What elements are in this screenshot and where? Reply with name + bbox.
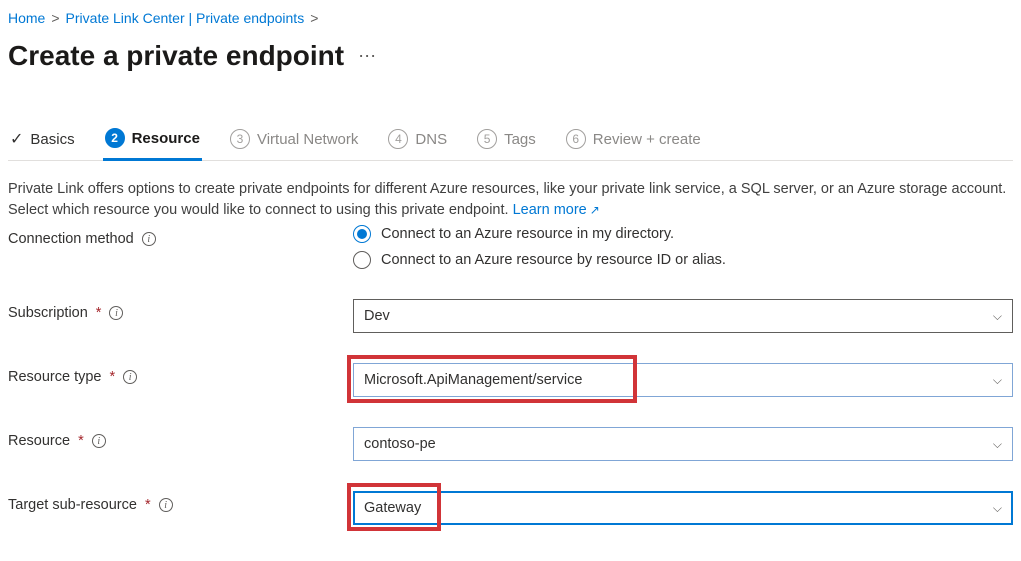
tab-label: Basics xyxy=(30,131,74,148)
radio-icon xyxy=(353,251,371,269)
target-sub-resource-label: Target sub-resource * i xyxy=(8,491,353,513)
intro-body: Private Link offers options to create pr… xyxy=(8,181,1006,218)
resource-type-select[interactable]: Microsoft.ApiManagement/service ⌵ xyxy=(353,363,1013,397)
subscription-label: Subscription * i xyxy=(8,299,353,321)
step-number-icon: 2 xyxy=(105,128,125,148)
info-icon[interactable]: i xyxy=(142,232,156,246)
subscription-select[interactable]: Dev ⌵ xyxy=(353,299,1013,333)
external-link-icon: ↗ xyxy=(590,203,600,217)
radio-connect-in-directory[interactable]: Connect to an Azure resource in my direc… xyxy=(353,225,1013,243)
chevron-down-icon: ⌵ xyxy=(993,437,1002,452)
chevron-down-icon: ⌵ xyxy=(993,309,1002,324)
radio-icon xyxy=(353,225,371,243)
info-icon[interactable]: i xyxy=(92,434,106,448)
required-icon: * xyxy=(78,433,84,449)
radio-label: Connect to an Azure resource by resource… xyxy=(381,252,726,268)
intro-text: Private Link offers options to create pr… xyxy=(8,179,1008,221)
tabs: ✓ Basics 2 Resource 3 Virtual Network 4 … xyxy=(8,122,1013,161)
select-value: contoso-pe xyxy=(364,436,436,452)
select-value: Gateway xyxy=(364,500,421,516)
info-icon[interactable]: i xyxy=(123,370,137,384)
resource-type-label: Resource type * i xyxy=(8,363,353,385)
radio-label: Connect to an Azure resource in my direc… xyxy=(381,226,674,242)
resource-label: Resource * i xyxy=(8,427,353,449)
resource-select[interactable]: contoso-pe ⌵ xyxy=(353,427,1013,461)
learn-more-link[interactable]: Learn more↗ xyxy=(513,202,600,218)
step-number-icon: 4 xyxy=(388,129,408,149)
step-number-icon: 3 xyxy=(230,129,250,149)
step-number-icon: 5 xyxy=(477,129,497,149)
tab-label: Tags xyxy=(504,131,536,148)
tab-label: Resource xyxy=(132,130,200,147)
tab-label: DNS xyxy=(415,131,447,148)
connection-method-radio-group: Connect to an Azure resource in my direc… xyxy=(353,225,1013,269)
info-icon[interactable]: i xyxy=(159,498,173,512)
chevron-right-icon: > xyxy=(51,10,59,26)
tab-label: Virtual Network xyxy=(257,131,358,148)
check-icon: ✓ xyxy=(10,129,23,149)
info-icon[interactable]: i xyxy=(109,306,123,320)
tab-tags[interactable]: 5 Tags xyxy=(475,123,538,159)
tab-dns[interactable]: 4 DNS xyxy=(386,123,449,159)
target-sub-resource-select[interactable]: Gateway ⌵ xyxy=(353,491,1013,525)
chevron-right-icon: > xyxy=(310,10,318,26)
required-icon: * xyxy=(145,497,151,513)
breadcrumb-home[interactable]: Home xyxy=(8,10,45,26)
required-icon: * xyxy=(110,369,116,385)
breadcrumb: Home > Private Link Center | Private end… xyxy=(8,10,1013,26)
more-actions-button[interactable]: ⋯ xyxy=(358,46,376,67)
select-value: Dev xyxy=(364,308,390,324)
breadcrumb-center[interactable]: Private Link Center | Private endpoints xyxy=(66,10,305,26)
step-number-icon: 6 xyxy=(566,129,586,149)
page-title: Create a private endpoint xyxy=(8,40,344,72)
tab-label: Review + create xyxy=(593,131,701,148)
tab-virtual-network[interactable]: 3 Virtual Network xyxy=(228,123,360,159)
chevron-down-icon: ⌵ xyxy=(993,501,1002,516)
connection-method-label: Connection method i xyxy=(8,225,353,247)
tab-basics[interactable]: ✓ Basics xyxy=(8,123,77,159)
chevron-down-icon: ⌵ xyxy=(993,373,1002,388)
tab-resource[interactable]: 2 Resource xyxy=(103,122,202,161)
radio-connect-by-id[interactable]: Connect to an Azure resource by resource… xyxy=(353,251,1013,269)
required-icon: * xyxy=(96,305,102,321)
tab-review-create[interactable]: 6 Review + create xyxy=(564,123,703,159)
select-value: Microsoft.ApiManagement/service xyxy=(364,372,582,388)
